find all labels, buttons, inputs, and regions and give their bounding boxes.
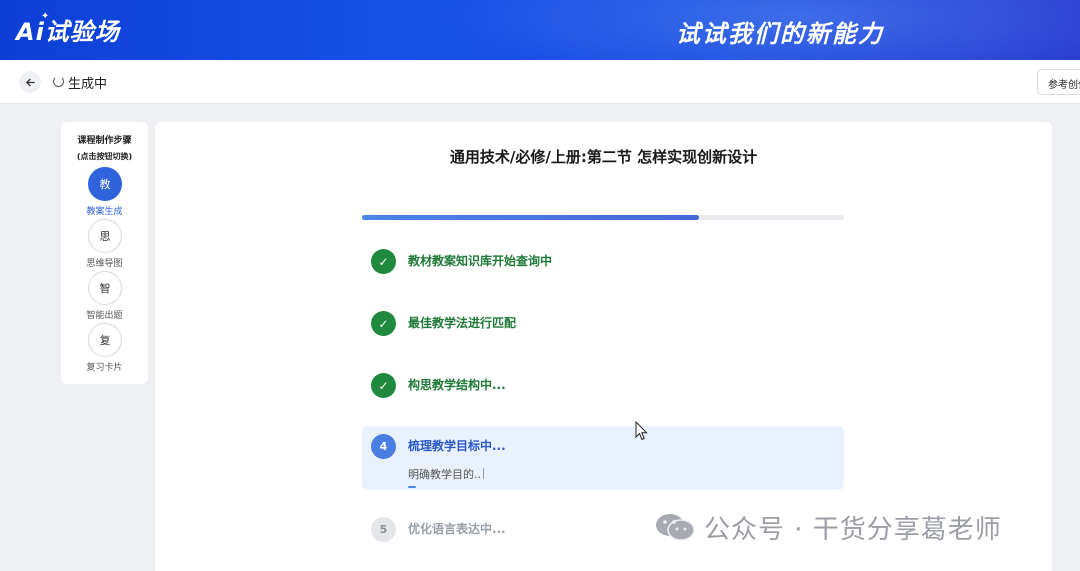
- mouse-cursor-icon: [635, 421, 648, 441]
- top-bar: 生成中 参考创作: [0, 60, 1080, 104]
- task-label: 教材教案知识库开始查询中: [408, 254, 553, 268]
- step-label: 教案生成: [86, 207, 123, 217]
- back-button[interactable]: [19, 71, 41, 93]
- step-number-badge: 5: [371, 517, 396, 542]
- check-icon: ✓: [371, 373, 396, 398]
- banner-slogan: 试试我们的新能力: [676, 20, 884, 48]
- step-number-badge: 4: [371, 434, 396, 459]
- generation-status: 生成中: [68, 77, 108, 92]
- lesson-title: 通用技术/必修/上册:第二节 怎样实现创新设计: [449, 148, 758, 166]
- check-icon: ✓: [371, 249, 396, 274]
- course-steps-sidebar: 课程制作步骤 (点击按钮切换) 教 教案生成 思 思维导图 智 智能出题 复 复…: [61, 122, 148, 384]
- check-icon: ✓: [371, 311, 396, 336]
- step-label: 思维导图: [86, 259, 123, 269]
- step-circle[interactable]: 智: [88, 271, 122, 305]
- typing-cursor: [483, 468, 484, 479]
- loading-spinner-icon: [53, 76, 64, 87]
- task-label: 梳理教学目标中...: [408, 439, 506, 453]
- task-label: 优化语言表达中...: [408, 522, 506, 536]
- wechat-icon: [656, 514, 695, 541]
- step-label: 复习卡片: [86, 363, 123, 373]
- generation-panel: 通用技术/必修/上册:第二节 怎样实现创新设计 ✓ 教材教案知识库开始查询中 ✓…: [155, 122, 1052, 571]
- promo-banner: Ai试验场 ✦ 试试我们的新能力: [0, 0, 1080, 60]
- step-label: 智能出题: [86, 311, 123, 321]
- arrow-left-icon: [25, 78, 35, 86]
- progress-bar: [362, 215, 844, 220]
- progress-fill: [362, 215, 700, 220]
- reference-creation-button[interactable]: 参考创作: [1037, 69, 1080, 95]
- sidebar-subtitle: (点击按钮切换): [76, 152, 133, 161]
- task-mini-progress: [408, 486, 416, 488]
- wechat-watermark: 公众号 · 干货分享葛老师: [654, 508, 1002, 546]
- task-label: 最佳教学法进行匹配: [408, 316, 517, 330]
- step-circle[interactable]: 复: [88, 323, 122, 357]
- step-circle[interactable]: 教: [88, 167, 122, 201]
- task-label: 构思教学结构中...: [408, 378, 506, 392]
- sparkle-icon: ✦: [41, 11, 50, 22]
- step-circle[interactable]: 思: [88, 219, 122, 253]
- task-substatus-text: 明确教学目的..: [408, 468, 481, 481]
- sidebar-title: 课程制作步骤: [77, 136, 132, 146]
- watermark-text: 公众号 · 干货分享葛老师: [704, 514, 1002, 545]
- task-substatus: 明确教学目的..: [408, 466, 484, 482]
- ai-playground-logo: Ai试验场: [16, 18, 120, 46]
